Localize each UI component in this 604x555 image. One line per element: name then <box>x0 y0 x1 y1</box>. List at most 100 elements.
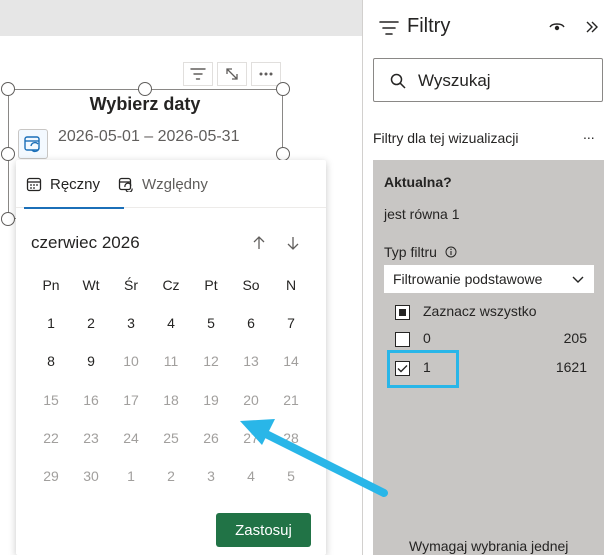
calendar-day-disabled: 2 <box>167 468 175 485</box>
collapse-pane-icon[interactable] <box>585 20 599 34</box>
filter-icon[interactable] <box>183 62 213 86</box>
weekday-label: Cz <box>162 277 180 294</box>
calendar-icon <box>26 177 42 192</box>
calendar-day-disabled: 10 <box>123 353 139 370</box>
calendar-day-disabled: 27 <box>243 429 259 446</box>
option-select-all[interactable]: Zaznacz wszystko <box>383 300 595 326</box>
section-more-options[interactable]: ... <box>583 126 595 142</box>
calendar-day[interactable]: 6 <box>231 315 271 331</box>
resize-handle-right[interactable] <box>276 147 290 161</box>
slicer-title: Wybierz daty <box>89 94 201 114</box>
calendar-day-disabled: 13 <box>243 353 259 370</box>
focus-mode-icon[interactable] <box>217 62 247 86</box>
previous-month-button[interactable] <box>248 232 270 254</box>
weekday-label: N <box>285 277 297 294</box>
calendar-day-disabled: 15 <box>43 391 59 408</box>
resize-handle-bottom-left[interactable] <box>1 212 15 226</box>
calendar-week-row: 8 9 10 11 12 13 14 <box>31 342 321 380</box>
partial-check-mark <box>399 309 406 316</box>
calendar-day[interactable]: 9 <box>71 353 111 369</box>
date-mode-tabs: Ręczny Względny <box>16 160 326 209</box>
filter-card-title[interactable]: Aktualna? <box>384 174 452 190</box>
calendar-day-disabled: 18 <box>163 391 179 408</box>
calendar-day-disabled: 26 <box>203 429 219 446</box>
calendar-day-disabled: 16 <box>83 391 99 408</box>
month-year-label: czerwiec 2026 <box>31 233 140 252</box>
weekday-label: Śr <box>124 277 138 294</box>
calendar-week-row: 1234567 <box>31 304 321 342</box>
calendar-day-disabled: 19 <box>203 391 219 408</box>
tab-relative[interactable]: Względny <box>118 160 228 208</box>
calendar-week-row: 15 16 17 18 19 20 21 <box>31 381 321 419</box>
info-icon <box>445 246 457 258</box>
option-label: 0 <box>423 330 431 346</box>
option-checkbox[interactable] <box>395 332 410 347</box>
eye-icon[interactable] <box>549 21 565 33</box>
arrow-down-icon <box>287 237 299 250</box>
calendar-week-row: 29 30 1 2 3 4 5 <box>31 457 321 495</box>
weekday-label: Wt <box>82 277 100 294</box>
calendar-day[interactable]: 8 <box>31 353 71 369</box>
weekday-label: So <box>242 277 260 294</box>
calendar-day-disabled: 30 <box>83 468 99 485</box>
require-single-selection-label: Wymagaj wybrania jednej <box>409 538 569 554</box>
calendar-day-disabled: 29 <box>43 468 59 485</box>
calendar-day[interactable]: 4 <box>151 315 191 331</box>
calendar-day-disabled: 1 <box>127 468 135 485</box>
visual-filters-section-label: Filtry dla tej wizualizacji <box>373 130 519 146</box>
select-all-checkbox[interactable] <box>395 305 410 320</box>
calendar-day-disabled: 21 <box>283 391 299 408</box>
calendar-day-disabled: 3 <box>207 468 215 485</box>
calendar-day[interactable]: 7 <box>271 315 311 331</box>
calendar-day[interactable]: 3 <box>111 315 151 331</box>
calendar-day-disabled: 28 <box>283 429 299 446</box>
calendar-day[interactable]: 5 <box>191 315 231 331</box>
resize-handle-left[interactable] <box>1 147 15 161</box>
tab-manual-label: Ręczny <box>50 175 101 193</box>
date-picker-popup: Ręczny Względny czerwiec 2026 Pn Wt Śr C… <box>16 160 326 555</box>
canvas-top-bar <box>0 0 362 36</box>
date-range-value[interactable]: 2026-05-01 – 2026-05-31 <box>58 128 239 146</box>
calendar-day-disabled: 22 <box>43 429 59 446</box>
calendar-day[interactable]: 1 <box>31 315 71 331</box>
option-count: 205 <box>563 330 587 346</box>
calendar-day-disabled: 5 <box>287 468 295 485</box>
filters-pane-header: Filtry <box>379 15 599 40</box>
calendar-day-disabled: 12 <box>203 353 219 370</box>
calendar-day-disabled: 20 <box>243 391 259 408</box>
calendar-refresh-icon <box>118 177 133 192</box>
filters-pane-title: Filtry <box>407 15 451 37</box>
filters-pane: Filtry Wyszukaj Filtry dla tej wizualiza… <box>362 0 604 555</box>
calendar-day-disabled: 24 <box>123 429 139 446</box>
weekday-label: Pn <box>42 277 60 294</box>
search-icon <box>390 73 406 89</box>
calendar-day-disabled: 23 <box>83 429 99 446</box>
option-count: 1621 <box>555 359 587 375</box>
filters-search-input[interactable]: Wyszukaj <box>373 58 603 102</box>
chevron-down-icon <box>572 276 584 283</box>
tab-selected-indicator <box>24 207 124 209</box>
filter-type-text: Typ filtru <box>384 244 437 260</box>
weekday-label: Pt <box>204 277 218 294</box>
visual-header <box>183 62 281 86</box>
tab-relative-label: Względny <box>142 175 208 193</box>
calendar-day-disabled: 14 <box>283 353 299 370</box>
filter-type-dropdown[interactable]: Filtrowanie podstawowe <box>383 264 595 294</box>
next-month-button[interactable] <box>282 232 304 254</box>
calendar-day-disabled: 11 <box>163 353 179 370</box>
calendar-day-disabled: 25 <box>163 429 179 446</box>
resize-handle-top-left[interactable] <box>1 82 15 96</box>
calendar-grid: Pn Wt Śr Cz Pt So N 1 2 3 4 5 6 7 8 9 10 11 12 13 14 1… <box>31 266 321 495</box>
filter-icon <box>379 21 399 35</box>
calendar-day-disabled: 4 <box>247 468 255 485</box>
apply-button[interactable]: Zastosuj <box>216 513 311 547</box>
option-label: Zaznacz wszystko <box>423 303 537 319</box>
tab-manual[interactable]: Ręczny <box>24 160 124 209</box>
calendar-day[interactable]: 2 <box>71 315 111 331</box>
arrow-up-icon <box>253 236 265 249</box>
weekday-header-row: Pn Wt Śr Cz Pt So N <box>31 266 321 304</box>
search-placeholder: Wyszukaj <box>418 71 491 90</box>
calendar-refresh-icon[interactable] <box>18 129 48 159</box>
resize-handle-top-right[interactable] <box>276 82 290 96</box>
more-options-icon[interactable] <box>251 62 281 86</box>
